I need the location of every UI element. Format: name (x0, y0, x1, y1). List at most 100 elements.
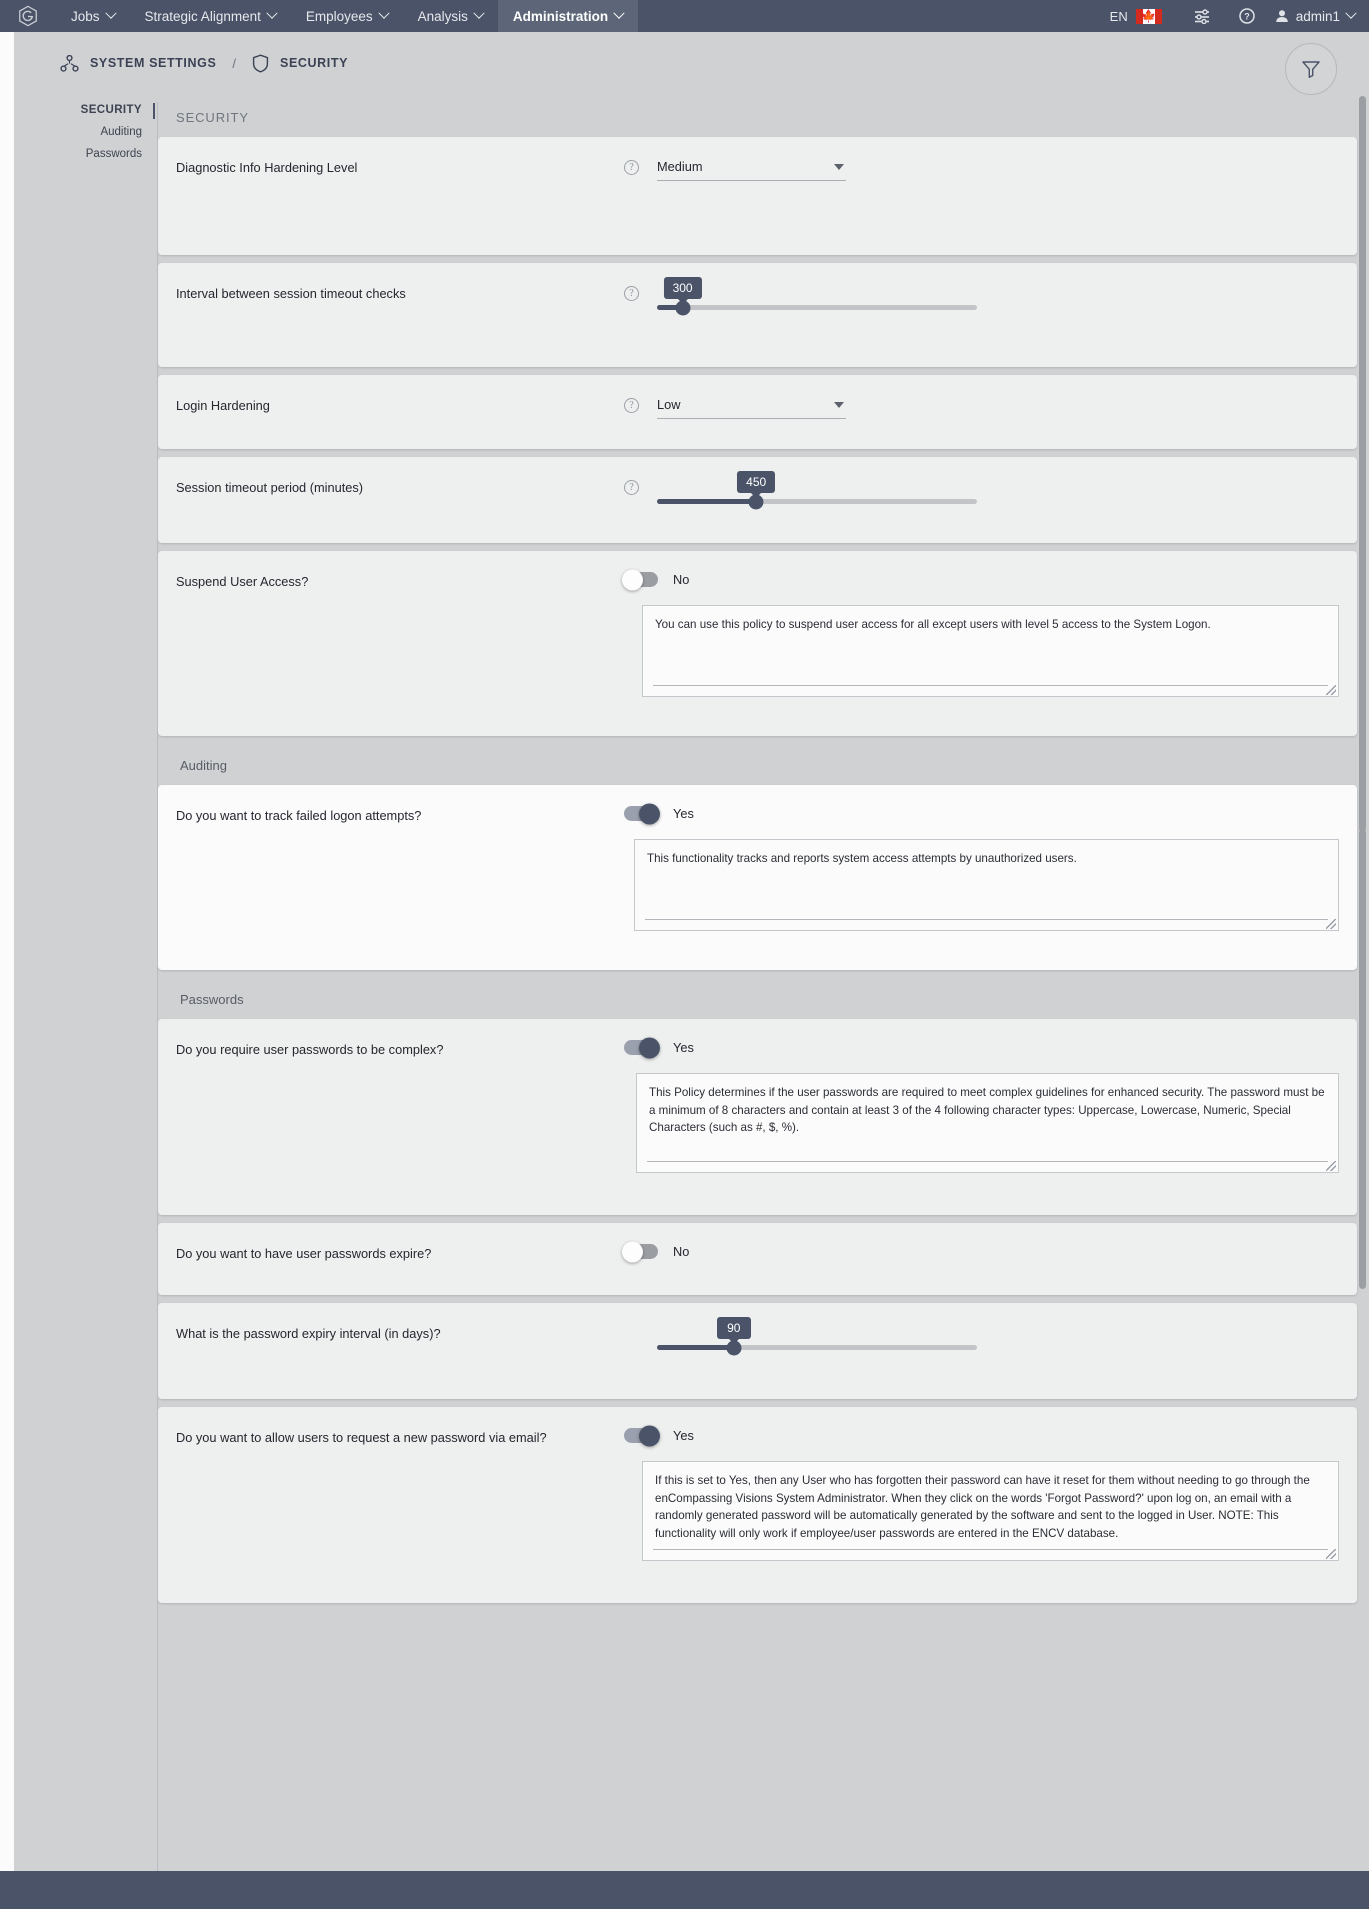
setting-card-password-expiry-interval: What is the password expiry interval (in… (158, 1303, 1357, 1399)
resize-grip-icon[interactable] (1326, 919, 1336, 929)
sidebar-item-auditing[interactable]: Auditing (0, 126, 158, 138)
nav-item-employees[interactable]: Employees (291, 0, 403, 32)
setting-card-diagnostic-info-hardening-level: Diagnostic Info Hardening Level ? Medium (158, 137, 1357, 255)
page-title: SECURITY (176, 110, 249, 125)
nav-item-administration[interactable]: Administration (497, 0, 639, 32)
toggle-value: Yes (673, 1040, 694, 1055)
setting-card-suspend-user-access: Suspend User Access? No You can use this… (158, 551, 1357, 736)
content-scrollbar[interactable] (1357, 94, 1369, 1871)
group-heading-passwords: Passwords (180, 992, 244, 1007)
description-underline (653, 685, 1328, 686)
canada-flag-icon[interactable]: 🍁 (1135, 8, 1162, 24)
track-failed-logon-toggle-row: Yes (624, 803, 694, 824)
funnel-icon (1302, 61, 1320, 78)
slider-track[interactable] (657, 494, 977, 509)
language-label[interactable]: EN (1102, 9, 1136, 24)
slider-value-bubble: 90 (716, 1317, 751, 1339)
user-menu[interactable]: admin1 (1269, 7, 1357, 24)
sliders-glyph (1194, 8, 1209, 24)
breadcrumb-label: SYSTEM SETTINGS (90, 56, 217, 70)
slider-fill (657, 499, 757, 504)
setting-label: Interval between session timeout checks (176, 286, 406, 301)
slider-value-bubble: 450 (737, 471, 776, 493)
session-timeout-period-slider[interactable]: 450 (657, 471, 977, 509)
nav-item-analysis[interactable]: Analysis (403, 0, 498, 32)
suspend-user-access-toggle[interactable] (622, 569, 658, 590)
nav-item-strategic-alignment[interactable]: Strategic Alignment (130, 0, 291, 32)
breadcrumb-security[interactable]: SECURITY (252, 53, 348, 73)
nav-item-label: Administration (512, 8, 609, 24)
session-timeout-check-slider[interactable]: 300 (657, 277, 977, 315)
toggle-knob (622, 569, 643, 590)
slider-knob[interactable] (748, 494, 764, 509)
suspend-user-access-description[interactable]: You can use this policy to suspend user … (642, 605, 1339, 697)
complex-passwords-toggle-row: Yes (624, 1037, 694, 1058)
toggle-value: No (673, 572, 690, 587)
password-email-description[interactable]: If this is set to Yes, then any User who… (642, 1461, 1339, 1561)
help-icon[interactable]: ? (624, 286, 639, 301)
sidebar-item-label: Passwords (85, 148, 142, 160)
description-underline (647, 1161, 1328, 1162)
setting-card-session-timeout-check-interval: Interval between session timeout checks … (158, 263, 1357, 367)
breadcrumb-separator: / (232, 55, 237, 71)
sidebar-item-security[interactable]: SECURITY (0, 103, 158, 119)
app-logo[interactable] (0, 0, 56, 32)
setting-label: Do you require user passwords to be comp… (176, 1042, 444, 1057)
nav-item-label: Employees (305, 8, 373, 24)
toggle-knob (639, 1037, 660, 1058)
chevron-down-icon (473, 7, 485, 19)
svg-text:?: ? (1244, 12, 1250, 22)
complex-passwords-description[interactable]: This Policy determines if the user passw… (636, 1073, 1339, 1173)
resize-grip-icon[interactable] (1326, 1161, 1336, 1171)
toggle-knob (639, 1425, 660, 1446)
page-body: SECURITY Auditing Passwords SECURITY Dia… (0, 94, 1369, 1871)
setting-label: Diagnostic Info Hardening Level (176, 160, 358, 175)
select-value: Low (657, 397, 681, 412)
password-email-toggle[interactable] (624, 1425, 660, 1446)
sidebar-item-label: Auditing (100, 126, 142, 138)
diagnostic-hardening-level-select[interactable]: Medium (657, 157, 846, 181)
top-navigation-bar: Jobs Strategic Alignment Employees Analy… (0, 0, 1369, 32)
nav-item-jobs[interactable]: Jobs (56, 0, 130, 32)
help-icon[interactable]: ? (624, 160, 639, 175)
page-left-edge (0, 32, 14, 1871)
complex-passwords-toggle[interactable] (624, 1037, 660, 1058)
setting-card-session-timeout-period: Session timeout period (minutes) ? 450 (158, 457, 1357, 543)
resize-grip-icon[interactable] (1326, 685, 1336, 695)
settings-content: SECURITY Diagnostic Info Hardening Level… (158, 94, 1369, 1871)
encompassing-visions-logo-icon (19, 5, 37, 27)
track-failed-logon-toggle[interactable] (624, 803, 660, 824)
help-icon[interactable]: ? (624, 398, 639, 413)
slider-knob[interactable] (726, 1340, 742, 1355)
passwords-expire-toggle[interactable] (622, 1241, 658, 1262)
track-failed-logon-description[interactable]: This functionality tracks and reports sy… (634, 839, 1339, 931)
setting-card-track-failed-logon-attempts: Do you want to track failed logon attemp… (158, 785, 1357, 970)
setting-label: What is the password expiry interval (in… (176, 1326, 441, 1341)
description-text: You can use this policy to suspend user … (655, 618, 1211, 631)
description-text: This Policy determines if the user passw… (649, 1086, 1325, 1135)
resize-grip-icon[interactable] (1326, 1549, 1336, 1559)
slider-knob[interactable] (675, 300, 691, 315)
toggle-value: Yes (673, 806, 694, 821)
help-icon[interactable]: ? (1225, 8, 1269, 24)
filter-button[interactable] (1285, 43, 1337, 95)
org-chart-icon (60, 54, 79, 72)
secondary-sidebar: SECURITY Auditing Passwords (0, 94, 158, 1871)
sidebar-item-passwords[interactable]: Passwords (0, 148, 158, 160)
login-hardening-select[interactable]: Low (657, 395, 846, 419)
chevron-down-icon (834, 401, 844, 408)
slider-track[interactable] (657, 300, 977, 315)
password-expiry-interval-slider[interactable]: 90 (657, 1317, 977, 1355)
sliders-icon[interactable] (1180, 8, 1225, 24)
scrollbar-thumb-middle[interactable] (1359, 412, 1366, 832)
nav-right-cluster: EN 🍁 ? admin1 (1102, 0, 1369, 32)
nav-item-label: Jobs (71, 8, 100, 24)
breadcrumb-system-settings[interactable]: SYSTEM SETTINGS (60, 54, 217, 72)
help-icon[interactable]: ? (624, 480, 639, 495)
toggle-knob (622, 1241, 643, 1262)
chevron-down-icon (377, 7, 390, 19)
scrollbar-thumb-outer[interactable] (1359, 829, 1366, 1289)
setting-label: Do you want to track failed logon attemp… (176, 808, 422, 823)
nav-item-label: Analysis (417, 8, 468, 24)
slider-track[interactable] (657, 1340, 977, 1355)
